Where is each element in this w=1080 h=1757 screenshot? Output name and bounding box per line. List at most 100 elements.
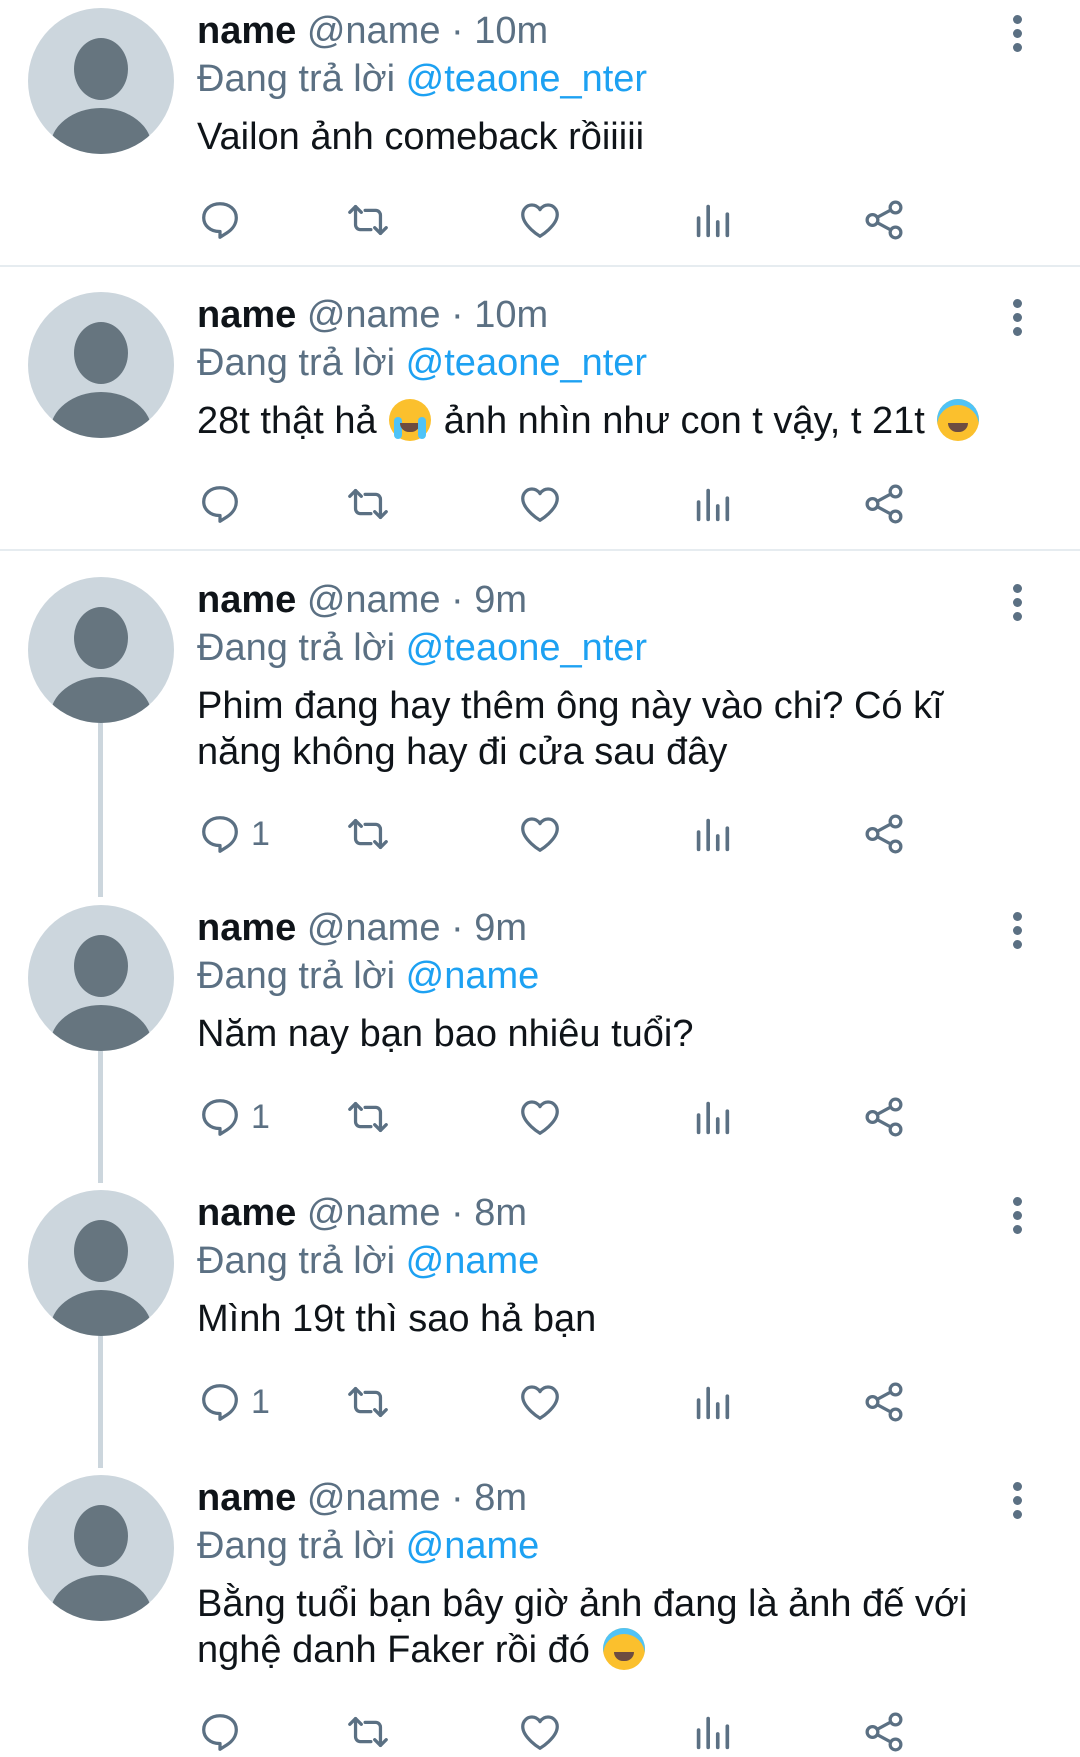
avatar[interactable]	[28, 1475, 174, 1621]
avatar[interactable]	[28, 577, 174, 723]
reply-button[interactable]	[197, 1707, 251, 1757]
share-button[interactable]	[861, 1092, 907, 1142]
like-button[interactable]	[517, 1707, 563, 1757]
reply-count: 1	[251, 1097, 270, 1136]
handle[interactable]: @name	[307, 294, 441, 336]
reply-button[interactable]	[197, 195, 251, 245]
analytics-button[interactable]	[689, 479, 735, 529]
share-button[interactable]	[861, 195, 907, 245]
analytics-button[interactable]	[689, 1092, 735, 1142]
retweet-button[interactable]	[345, 195, 391, 245]
tweet-text: Năm nay bạn bao nhiêu tuổi?	[197, 1013, 694, 1055]
share-icon	[865, 484, 903, 524]
analytics-icon	[696, 1101, 730, 1135]
reply-button[interactable]: 1	[197, 1092, 270, 1142]
divider	[0, 265, 1080, 267]
handle[interactable]: @name	[307, 1477, 441, 1519]
replying-to: Đang trả lời @teaone_nter	[197, 627, 648, 669]
thread-connector	[98, 722, 103, 897]
more-options-icon[interactable]	[1003, 1475, 1033, 1525]
mention-link[interactable]: @teaone_nter	[406, 627, 647, 669]
smiling-face-with-halo-icon	[937, 399, 980, 441]
like-icon	[521, 203, 559, 238]
separator: ·	[440, 10, 475, 52]
more-options-icon[interactable]	[1003, 577, 1033, 627]
share-button[interactable]	[861, 1707, 907, 1757]
retweet-button[interactable]	[345, 809, 391, 859]
timestamp[interactable]: 10m	[474, 294, 548, 336]
like-button[interactable]	[517, 809, 563, 859]
avatar[interactable]	[28, 905, 174, 1051]
timestamp[interactable]: 10m	[474, 10, 548, 52]
display-name[interactable]: name	[197, 579, 296, 621]
reply-icon	[202, 202, 238, 239]
share-button[interactable]	[861, 1377, 907, 1427]
like-button[interactable]	[517, 1092, 563, 1142]
analytics-icon	[696, 488, 730, 522]
handle[interactable]: @name	[307, 10, 441, 52]
like-icon	[521, 1715, 559, 1750]
display-name[interactable]: name	[197, 10, 296, 52]
mention-link[interactable]: @name	[406, 1240, 540, 1282]
display-name[interactable]: name	[197, 294, 296, 336]
more-options-icon[interactable]	[1003, 1190, 1033, 1240]
separator: ·	[440, 907, 475, 949]
replying-to: Đang trả lời @teaone_nter	[197, 342, 648, 384]
share-icon	[865, 200, 903, 240]
like-button[interactable]	[517, 479, 563, 529]
replying-to: Đang trả lời @name	[197, 1525, 540, 1567]
reply-button[interactable]	[197, 479, 251, 529]
retweet-button[interactable]	[345, 479, 391, 529]
avatar[interactable]	[28, 8, 174, 154]
mention-link[interactable]: @teaone_nter	[406, 342, 647, 384]
analytics-button[interactable]	[689, 195, 735, 245]
like-button[interactable]	[517, 195, 563, 245]
analytics-button[interactable]	[689, 809, 735, 859]
tweet-text: Vailon ảnh comeback rồiiiii	[197, 116, 645, 158]
retweet-button[interactable]	[345, 1377, 391, 1427]
tweet-actions: 1	[197, 809, 1017, 859]
mention-link[interactable]: @name	[406, 1525, 540, 1567]
mention-link[interactable]: @name	[406, 955, 540, 997]
display-name[interactable]: name	[197, 907, 296, 949]
timestamp[interactable]: 8m	[474, 1192, 527, 1234]
tweet-header: name @name · 10m	[197, 8, 548, 54]
reply-button[interactable]: 1	[197, 1377, 270, 1427]
reply-button[interactable]: 1	[197, 809, 270, 859]
display-name[interactable]: name	[197, 1477, 296, 1519]
reply-icon	[202, 1099, 238, 1136]
timestamp[interactable]: 8m	[474, 1477, 527, 1519]
thread-connector	[98, 1335, 103, 1468]
share-button[interactable]	[861, 479, 907, 529]
reply-icon	[202, 486, 238, 523]
reply-icon	[202, 816, 238, 853]
like-icon	[521, 817, 559, 852]
handle[interactable]: @name	[307, 1192, 441, 1234]
handle[interactable]: @name	[307, 579, 441, 621]
analytics-button[interactable]	[689, 1377, 735, 1427]
loudly-crying-face-icon	[389, 399, 432, 441]
like-icon	[521, 1100, 559, 1135]
analytics-button[interactable]	[689, 1707, 735, 1757]
share-button[interactable]	[861, 809, 907, 859]
more-options-icon[interactable]	[1003, 292, 1033, 342]
like-button[interactable]	[517, 1377, 563, 1427]
reply-icon	[202, 1384, 238, 1421]
avatar[interactable]	[28, 292, 174, 438]
retweet-button[interactable]	[345, 1707, 391, 1757]
timestamp[interactable]: 9m	[474, 579, 527, 621]
more-options-icon[interactable]	[1003, 905, 1033, 955]
tweet-actions	[197, 1707, 1017, 1757]
handle[interactable]: @name	[307, 907, 441, 949]
divider	[0, 549, 1080, 551]
display-name[interactable]: name	[197, 1192, 296, 1234]
more-options-icon[interactable]	[1003, 8, 1033, 58]
mention-link[interactable]: @teaone_nter	[406, 58, 647, 100]
retweet-icon	[348, 1716, 388, 1748]
timestamp[interactable]: 9m	[474, 907, 527, 949]
replying-to: Đang trả lời @name	[197, 955, 540, 997]
retweet-button[interactable]	[345, 1092, 391, 1142]
separator: ·	[440, 294, 475, 336]
separator: ·	[440, 579, 475, 621]
avatar[interactable]	[28, 1190, 174, 1336]
